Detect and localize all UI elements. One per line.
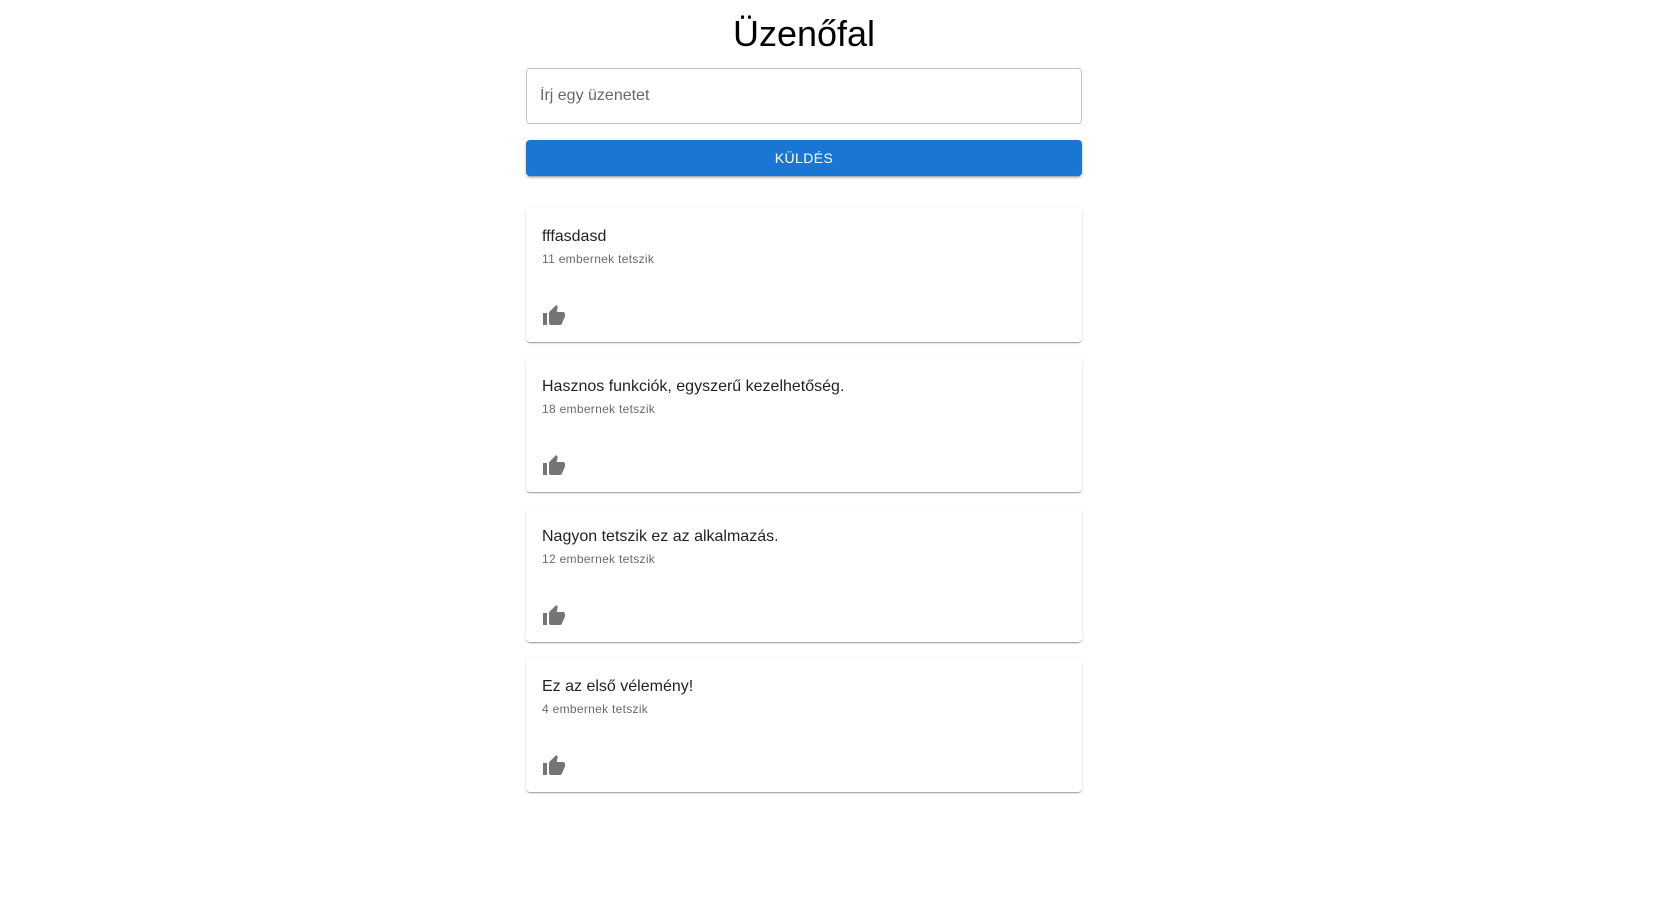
thumb-up-icon (543, 755, 565, 775)
message-card: fffasdasd 11 embernek tetszik (526, 208, 1082, 342)
message-text: Hasznos funkciók, egyszerű kezelhetőség. (542, 378, 845, 395)
message-card: Ez az első vélemény! 4 embernek tetszik (526, 658, 1082, 792)
like-count: 18 embernek tetszik (542, 402, 656, 416)
like-count: 4 embernek tetszik (542, 702, 649, 716)
like-button[interactable] (534, 746, 574, 786)
send-button[interactable]: Küldés (526, 140, 1082, 176)
message-wall: Üzenőfal Küldés fffasdasd 11 embernek te… (526, 0, 1082, 808)
like-button[interactable] (534, 296, 574, 336)
thumb-up-icon (543, 455, 565, 475)
message-text: Ez az első vélemény! (542, 678, 694, 695)
message-list: fffasdasd 11 embernek tetszik Hasznos fu… (526, 208, 1082, 792)
message-text: fffasdasd (542, 228, 607, 245)
message-input[interactable] (526, 68, 1082, 124)
like-count: 11 embernek tetszik (542, 252, 655, 266)
like-button[interactable] (534, 596, 574, 636)
thumb-up-icon (543, 305, 565, 325)
message-text: Nagyon tetszik ez az alkalmazás. (542, 528, 779, 545)
page-title: Üzenőfal (732, 13, 876, 54)
message-card: Nagyon tetszik ez az alkalmazás. 12 embe… (526, 508, 1082, 642)
like-button[interactable] (534, 446, 574, 486)
thumb-up-icon (543, 605, 565, 625)
like-count: 12 embernek tetszik (542, 552, 656, 566)
message-card: Hasznos funkciók, egyszerű kezelhetőség.… (526, 358, 1082, 492)
